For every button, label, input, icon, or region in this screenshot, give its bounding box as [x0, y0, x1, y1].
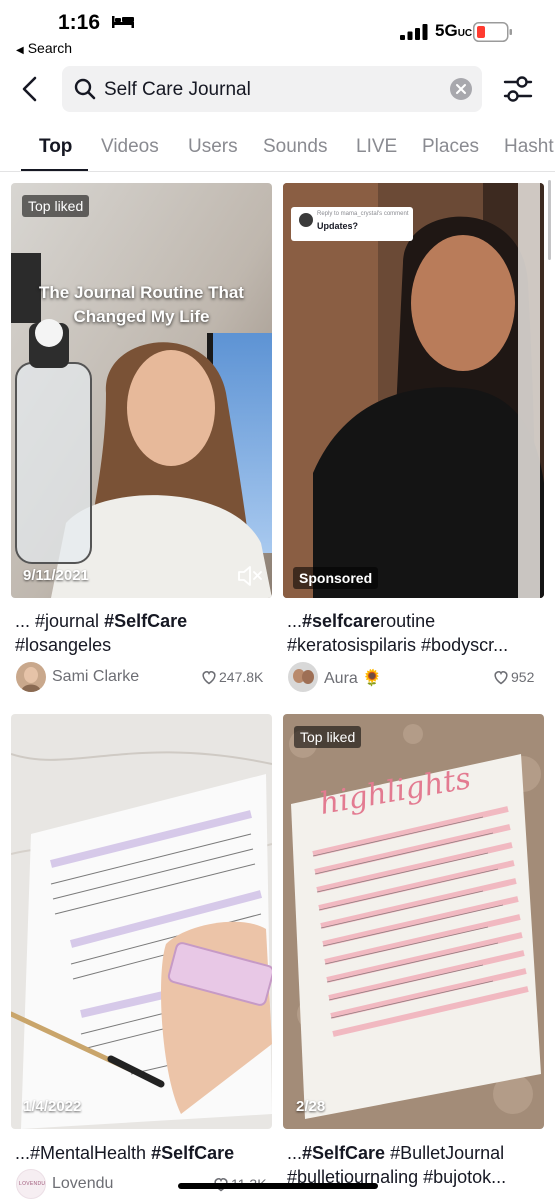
- clear-search-icon[interactable]: [450, 78, 472, 100]
- video-caption[interactable]: ...#MentalHealth #SelfCare: [15, 1141, 272, 1165]
- overlay-title-line: Changed My Life: [73, 307, 210, 326]
- result-card[interactable]: Reply to mama_crystal's comment Updates?…: [283, 183, 544, 693]
- tab-sounds[interactable]: Sounds: [263, 136, 327, 158]
- caption-text: ...: [287, 611, 303, 631]
- video-date: 1/4/2022: [23, 1098, 82, 1115]
- scrollbar[interactable]: [548, 180, 551, 260]
- result-card[interactable]: highlights Top liked 2/28 ...#SelfCare #…: [283, 714, 544, 1200]
- avatar-logo-text: LOVENDU: [19, 1181, 46, 1187]
- author-name[interactable]: Sami Clarke: [52, 668, 139, 686]
- video-caption[interactable]: ...#SelfCare #BulletJournal: [287, 1141, 544, 1165]
- top-liked-badge: Top liked: [22, 195, 90, 217]
- status-time: 1:16: [58, 11, 101, 34]
- active-tab-indicator: [21, 169, 88, 171]
- reply-comment-text: Updates?: [317, 221, 359, 231]
- tab-hashtags[interactable]: Hasht: [504, 136, 554, 158]
- video-thumbnail[interactable]: Reply to mama_crystal's comment Updates?…: [283, 183, 544, 598]
- home-indicator[interactable]: [178, 1183, 378, 1189]
- caption-hashtag[interactable]: #SelfCare: [302, 1143, 385, 1163]
- caption-hashtag[interactable]: #keratosispilaris #bodyscr...: [287, 633, 544, 657]
- search-icon: [74, 78, 96, 100]
- heart-icon: [494, 671, 508, 685]
- bed-icon: [112, 16, 134, 28]
- network-label: 5G: [435, 21, 458, 40]
- caption-hashtag[interactable]: #SelfCare: [104, 611, 187, 631]
- back-triangle-icon: ◀: [16, 45, 24, 56]
- tab-videos[interactable]: Videos: [101, 136, 159, 158]
- video-thumbnail[interactable]: Top liked The Journal Routine That Chang…: [11, 183, 272, 598]
- tab-live[interactable]: LIVE: [356, 136, 397, 158]
- author-name[interactable]: Aura 🌻: [324, 668, 382, 688]
- network-suffix: UC: [457, 28, 473, 39]
- reply-comment-bubble: Reply to mama_crystal's comment Updates?: [291, 207, 413, 241]
- avatar[interactable]: [288, 662, 318, 692]
- tab-places[interactable]: Places: [422, 136, 479, 158]
- avatar[interactable]: LOVENDU: [16, 1169, 46, 1199]
- tab-users[interactable]: Users: [188, 136, 238, 158]
- video-date: 2/28: [296, 1098, 326, 1115]
- result-card[interactable]: 1/4/2022 ...#MentalHealth #SelfCare LOVE…: [11, 714, 272, 1200]
- avatar[interactable]: [16, 662, 46, 692]
- author-row[interactable]: Aura 🌻 952: [288, 662, 544, 694]
- like-count: 952: [511, 669, 535, 685]
- back-chevron-icon[interactable]: [16, 74, 46, 104]
- battery-icon: [473, 22, 512, 42]
- search-tabs: Top Videos Users Sounds LIVE Places Hash…: [0, 118, 555, 172]
- caption-hashtag[interactable]: #losangeles: [15, 633, 272, 657]
- back-app-label: Search: [27, 40, 73, 56]
- heart-icon: [202, 671, 216, 685]
- caption-hashtag[interactable]: #BulletJournal: [385, 1143, 504, 1163]
- video-caption[interactable]: ...#selfcareroutine: [287, 609, 544, 633]
- mute-icon[interactable]: [237, 565, 263, 587]
- result-card[interactable]: Top liked The Journal Routine That Chang…: [11, 183, 272, 693]
- cellular-signal-icon: [400, 24, 428, 40]
- video-overlay-title: The Journal Routine That Changed My Life: [11, 281, 272, 329]
- back-to-app-link[interactable]: ◀ Search: [16, 40, 72, 56]
- video-thumbnail[interactable]: highlights Top liked 2/28: [283, 714, 544, 1129]
- search-input[interactable]: Self Care Journal: [62, 66, 482, 112]
- overlay-title-line: The Journal Routine That: [39, 283, 244, 302]
- author-name[interactable]: Lovendu: [52, 1175, 113, 1193]
- tab-top[interactable]: Top: [39, 136, 72, 158]
- network-type: 5GUC: [435, 21, 472, 41]
- filter-sliders-icon[interactable]: [502, 74, 534, 104]
- sponsored-badge: Sponsored: [293, 567, 379, 589]
- caption-text: ...: [287, 1143, 303, 1163]
- caption-text: routine: [380, 611, 436, 631]
- top-liked-badge: Top liked: [294, 726, 362, 748]
- reply-to-label: Reply to mama_crystal's comment: [317, 211, 409, 217]
- caption-hashtag[interactable]: #SelfCare: [151, 1143, 234, 1163]
- search-query[interactable]: Self Care Journal: [104, 79, 251, 101]
- caption-hashtag[interactable]: #selfcare: [302, 611, 380, 631]
- like-count: 247.8K: [219, 669, 264, 685]
- thumbnail-image: [283, 183, 544, 598]
- commenter-avatar: [299, 213, 313, 227]
- video-date: 9/11/2021: [23, 567, 89, 584]
- video-caption[interactable]: ... #journal #SelfCare: [15, 609, 272, 633]
- caption-text: ...#MentalHealth: [15, 1143, 152, 1163]
- author-row[interactable]: Sami Clarke 247.8K: [16, 662, 272, 694]
- video-thumbnail[interactable]: 1/4/2022: [11, 714, 272, 1129]
- thumbnail-image: [11, 714, 272, 1129]
- thumbnail-image: [11, 183, 272, 598]
- caption-text: ... #journal: [15, 611, 105, 631]
- status-bar: 1:16 ◀ Search 5GUC: [0, 0, 555, 62]
